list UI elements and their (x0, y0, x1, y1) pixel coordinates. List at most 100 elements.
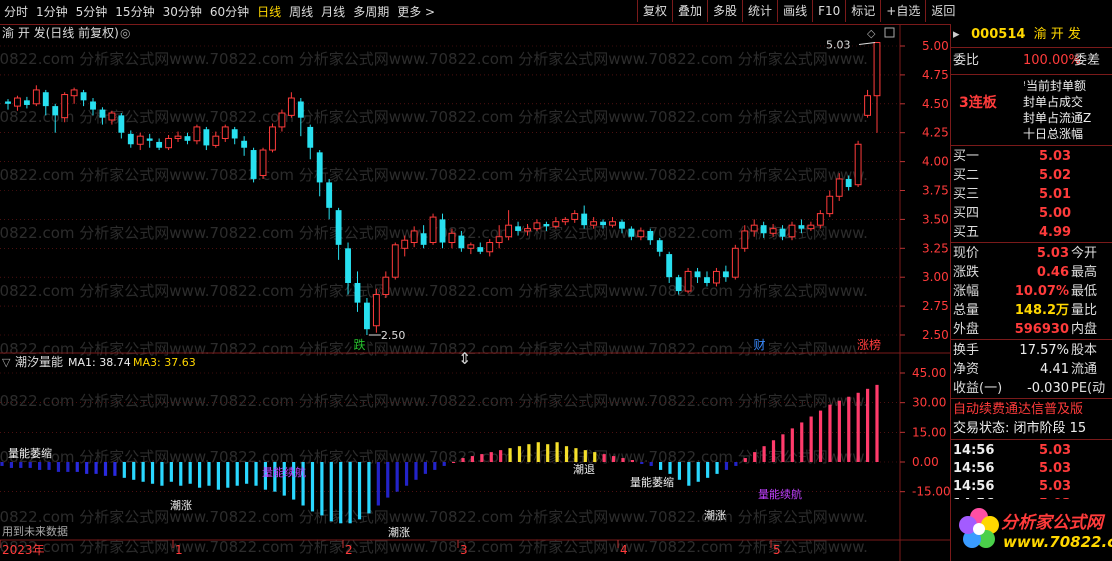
date-label: 3 (460, 543, 468, 557)
period-tab-3[interactable]: 15分钟 (111, 1, 158, 23)
low-label: 2.50 (381, 329, 406, 342)
quote-value: 5.03 (1036, 246, 1069, 261)
tool-button-7[interactable]: +自选 (880, 0, 925, 22)
candle-body (32, 89, 40, 105)
event-marker-0[interactable]: 跌 (352, 337, 368, 352)
candle-body (52, 106, 59, 116)
collapse-icon[interactable]: ◎ (120, 26, 130, 40)
event-marker-2[interactable]: 涨榜 (856, 337, 884, 352)
stock-code: 000514 (971, 27, 1026, 42)
tool-button-6[interactable]: 标记 (845, 0, 880, 22)
seal-item-label: ꜝ当前封单额 (1023, 79, 1087, 93)
period-tab-2[interactable]: 5分钟 (72, 1, 112, 23)
diamond-icon[interactable]: ◇ (867, 27, 876, 40)
candle-body (712, 270, 720, 284)
tool-button-2[interactable]: 多股 (707, 0, 742, 22)
candle-body (90, 101, 96, 110)
candle-body (401, 239, 409, 249)
weicha-label: 委差 (1074, 53, 1101, 68)
candle-body (458, 235, 465, 249)
osc-bar (593, 452, 597, 462)
candle-body (23, 100, 30, 105)
candle-body (647, 230, 654, 241)
tool-button-1[interactable]: 叠加 (672, 0, 707, 22)
back-arrow-icon[interactable]: ▸ (953, 26, 967, 44)
kline-chart[interactable]: 70822.com 分析家公式网www.70822.com 分析家公式网www.… (0, 24, 950, 561)
fund-row: 净资 4.41 流通 (953, 361, 1111, 379)
period-tab-9[interactable]: 多周期 (349, 1, 393, 23)
fund-value: 4.41 (1040, 362, 1069, 377)
osc-bar (771, 440, 776, 462)
osc-bar (160, 462, 164, 486)
period-tab-5[interactable]: 60分钟 (206, 1, 253, 23)
buy-row[interactable]: 买五 4.99 (953, 224, 1111, 242)
osc-bar (216, 462, 220, 490)
candle-body (410, 230, 418, 244)
osc-bar (818, 410, 823, 462)
osc-bar (865, 388, 870, 462)
osc-bar (536, 442, 540, 462)
weibi-row: 委比 100.00% 委差 (953, 52, 1111, 70)
quote-value: 148.2万 (1014, 303, 1069, 318)
price-tick-label: 2.75 (922, 299, 949, 313)
osc-bar (423, 462, 427, 474)
tool-button-0[interactable]: 复权 (637, 0, 672, 22)
buy-price: 5.01 (1039, 187, 1072, 202)
quote-value: 596930 (1014, 322, 1069, 337)
quote-right-label: 今开 (1071, 246, 1098, 261)
osc-bar (837, 400, 841, 462)
tool-button-5[interactable]: F10 (812, 0, 845, 22)
osc-bar (800, 422, 804, 462)
osc-bar (188, 462, 192, 484)
seal-item-label: 封单占流通Z (1023, 111, 1092, 125)
quote-row: 涨幅 10.07% 最低 (953, 283, 1111, 301)
osc-bar (320, 462, 324, 516)
osc-bar (197, 462, 202, 488)
resize-handle-icon[interactable]: ⇕ (458, 349, 471, 368)
osc-bar (847, 396, 851, 462)
osc-bar (433, 462, 437, 470)
osc-bar (668, 462, 672, 474)
osc-bar (66, 462, 70, 472)
candle-body (750, 224, 758, 232)
buy-row[interactable]: 买一 5.03 (953, 148, 1111, 166)
period-tab-10[interactable]: 更多 > (393, 1, 439, 23)
osc-bar (706, 462, 710, 478)
period-tab-1[interactable]: 1分钟 (32, 1, 72, 23)
quote-value: 10.07% (1014, 284, 1069, 299)
window-icon[interactable] (884, 27, 895, 38)
fund-label: 净资 (953, 362, 980, 377)
fund-right-label: 流通 (1071, 362, 1098, 377)
tool-button-3[interactable]: 统计 (742, 0, 777, 22)
osc-bar (809, 416, 813, 462)
tool-button-4[interactable]: 画线 (777, 0, 812, 22)
tool-button-8[interactable]: 返回 (925, 0, 960, 22)
event-marker-1[interactable]: 财 (752, 338, 768, 352)
buy-row[interactable]: 买四 5.00 (953, 205, 1111, 223)
osc-bar (367, 462, 371, 514)
notice-text[interactable]: 自动续费通达信普及版 (953, 401, 1111, 419)
osc-bar (828, 404, 832, 462)
period-tab-6[interactable]: 日线 (253, 1, 285, 23)
buy-row[interactable]: 买二 5.02 (953, 167, 1111, 185)
quote-label: 涨幅 (953, 284, 980, 299)
osc-bar (94, 462, 98, 474)
tick-time: 14:56 (953, 461, 995, 476)
osc-bar (762, 446, 766, 462)
osc-bar (724, 462, 729, 470)
osc-bar (169, 462, 173, 482)
period-tab-7[interactable]: 周线 (285, 1, 317, 23)
buy-row[interactable]: 买三 5.01 (953, 186, 1111, 204)
period-tab-0[interactable]: 分时 (0, 1, 32, 23)
osc-bar (461, 458, 465, 462)
buy-price: 4.99 (1039, 225, 1072, 240)
osc-collapse-icon[interactable]: ▽ (2, 356, 11, 369)
period-tab-8[interactable]: 月线 (317, 1, 349, 23)
osc-bar (386, 462, 390, 498)
period-tab-4[interactable]: 30分钟 (159, 1, 206, 23)
quote-label: 涨跌 (953, 265, 980, 280)
buy-price: 5.00 (1039, 206, 1072, 221)
candle-body (221, 126, 229, 139)
candle-body (854, 143, 862, 186)
osc-bar (56, 462, 61, 472)
